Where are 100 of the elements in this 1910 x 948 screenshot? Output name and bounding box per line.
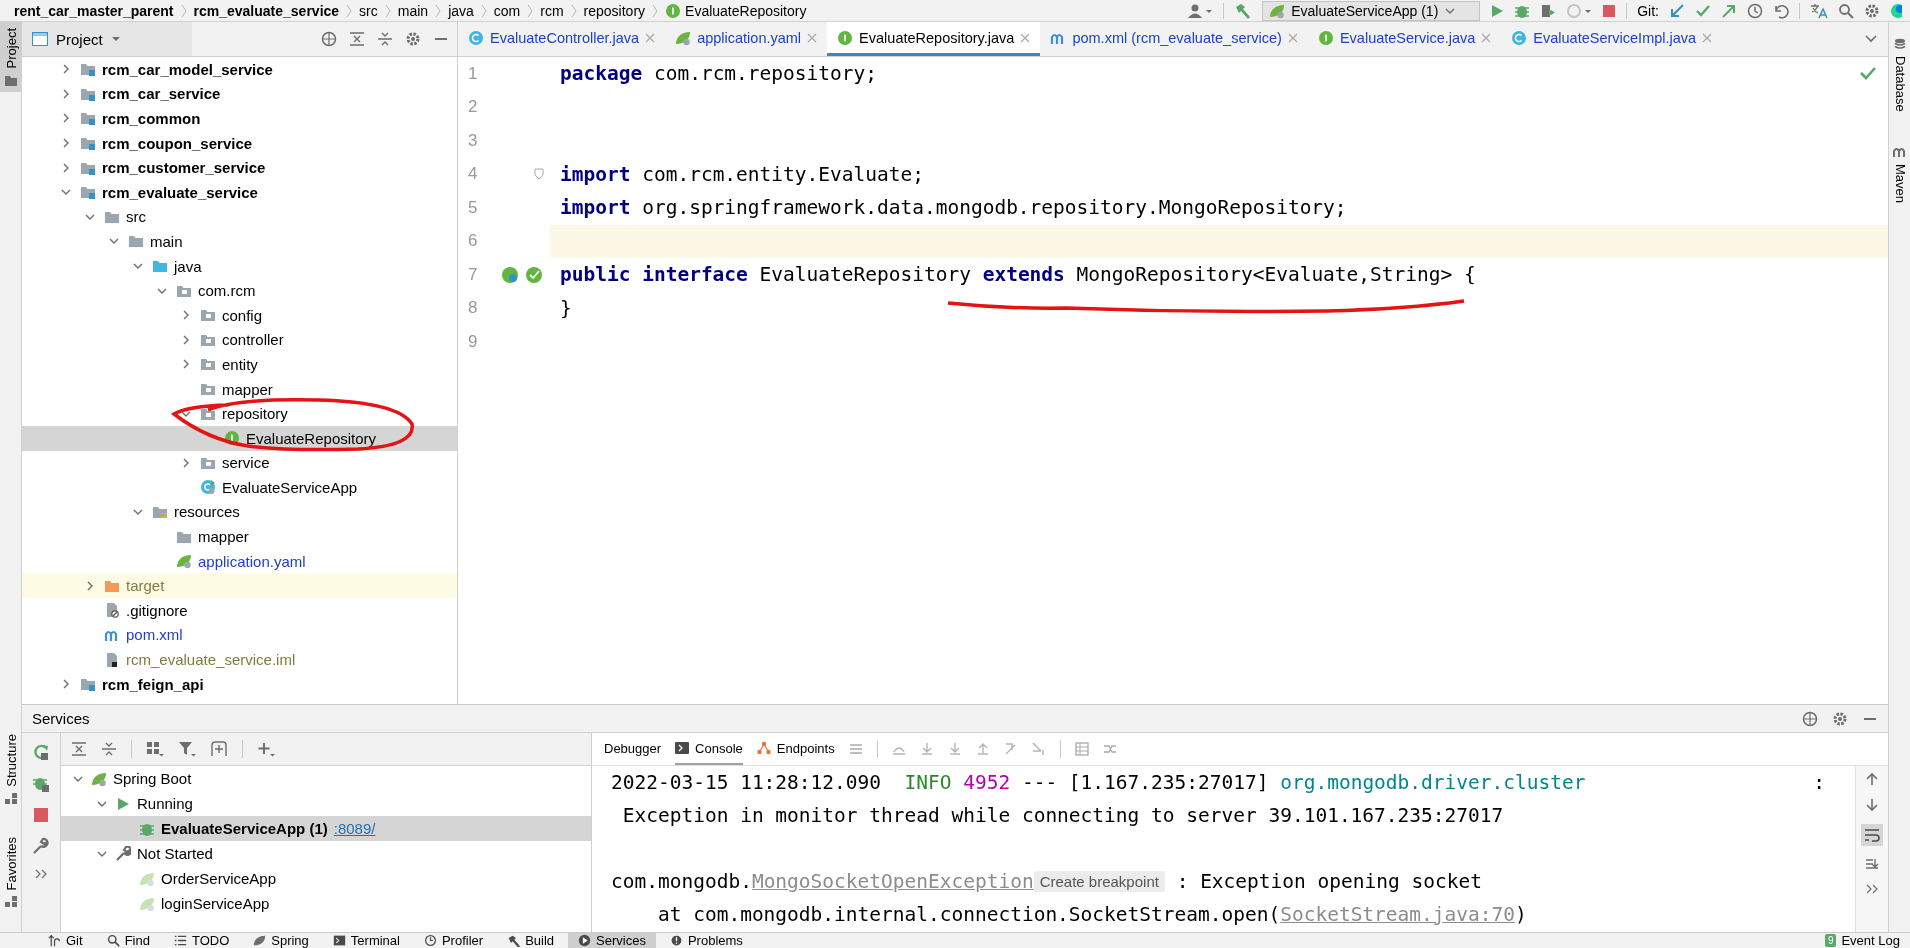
- collapse-all-icon[interactable]: [377, 31, 393, 47]
- editor-tab[interactable]: application.yaml: [665, 22, 828, 56]
- breadcrumb[interactable]: EvaluateRepository: [665, 2, 807, 19]
- tool-window-tab[interactable]: Structure: [0, 727, 21, 811]
- close-icon[interactable]: [1020, 32, 1031, 43]
- tool-window-button[interactable]: Build: [497, 933, 565, 948]
- tree-item[interactable]: application.yaml: [22, 548, 457, 574]
- rollback-icon[interactable]: [1773, 2, 1789, 19]
- up-arrow-icon[interactable]: [1865, 772, 1879, 786]
- editor-tab[interactable]: EvaluateService.java: [1307, 22, 1502, 56]
- run-configuration-node[interactable]: EvaluateServiceApp (1) :8089/: [61, 816, 591, 841]
- tool-window-button[interactable]: Profiler: [413, 933, 494, 948]
- user-icon[interactable]: [1187, 2, 1214, 19]
- new-tab-icon[interactable]: [210, 741, 228, 757]
- tree-item[interactable]: mapper: [22, 524, 457, 549]
- tool-window-button[interactable]: Find: [96, 933, 160, 948]
- run-configuration-dropdown[interactable]: EvaluateServiceApp (1): [1262, 0, 1481, 21]
- tool-window-button[interactable]: Spring: [243, 933, 319, 948]
- tool-window-button[interactable]: TODO: [163, 933, 240, 948]
- push-icon[interactable]: [1721, 2, 1737, 19]
- more-chevron-icon[interactable]: [1865, 884, 1879, 894]
- search-icon[interactable]: [1838, 2, 1854, 19]
- tree-item[interactable]: java: [22, 253, 457, 279]
- debug-icon[interactable]: [32, 775, 50, 793]
- collapse-all-icon[interactable]: [101, 741, 117, 757]
- tool-window-tab[interactable]: Project: [0, 22, 21, 93]
- update-project-icon[interactable]: [1669, 2, 1685, 19]
- breadcrumb[interactable]: repository: [583, 2, 646, 19]
- breadcrumb[interactable]: com: [493, 2, 521, 19]
- tool-window-tab[interactable]: Maven: [1889, 139, 1910, 209]
- locate-icon[interactable]: [1802, 710, 1818, 727]
- stop-icon[interactable]: [33, 807, 49, 823]
- group-by-icon[interactable]: [146, 741, 164, 757]
- editor-tab[interactable]: EvaluateController.java: [458, 22, 666, 56]
- tree-item[interactable]: rcm_evaluate_service.iml: [22, 647, 457, 672]
- locate-icon[interactable]: [321, 31, 337, 47]
- tool-window-button[interactable]: Terminal: [322, 933, 410, 948]
- port-link[interactable]: :8089/: [333, 820, 376, 837]
- stop-icon[interactable]: [1602, 3, 1617, 18]
- tool-window-button[interactable]: Problems: [659, 933, 753, 948]
- wrench-icon[interactable]: [32, 837, 50, 855]
- console-tab[interactable]: Console: [675, 733, 743, 765]
- tree-item[interactable]: rcm_car_service: [22, 81, 457, 107]
- tree-item[interactable]: com.rcm: [22, 278, 457, 303]
- expand-all-icon[interactable]: [349, 31, 365, 47]
- down-arrow-icon[interactable]: [1865, 798, 1879, 812]
- tree-item[interactable]: resources: [22, 499, 457, 525]
- filter-icon[interactable]: [178, 741, 196, 757]
- breadcrumb[interactable]: rcm: [540, 2, 564, 19]
- tree-item[interactable]: target: [22, 573, 457, 599]
- tree-item[interactable]: EvaluateServiceApp: [22, 475, 457, 500]
- more-chevron-icon[interactable]: [34, 869, 48, 879]
- tree-item[interactable]: entity: [22, 352, 457, 377]
- run-icon[interactable]: [1490, 2, 1505, 19]
- tool-window-button[interactable]: Services: [568, 933, 656, 948]
- tree-item[interactable]: main: [22, 229, 457, 254]
- tool-window-tab[interactable]: Database: [1889, 32, 1910, 118]
- rerun-icon[interactable]: [32, 743, 50, 761]
- tree-item[interactable]: rcm_coupon_service: [22, 130, 457, 156]
- tree-item[interactable]: config: [22, 302, 457, 328]
- spring-bean-marker-icon[interactable]: [524, 264, 544, 285]
- tool-window-tab[interactable]: Favorites: [0, 830, 21, 914]
- breadcrumb[interactable]: rcm_evaluate_service: [193, 2, 340, 19]
- breadcrumb[interactable]: src: [359, 2, 378, 19]
- implemented-marker-icon[interactable]: [500, 264, 520, 285]
- tree-group-node[interactable]: Not Started: [61, 841, 591, 866]
- tree-item[interactable]: rcm_feign_api: [22, 671, 457, 697]
- soft-wrap-icon[interactable]: [1861, 824, 1883, 846]
- tree-item[interactable]: rcm_evaluate_service: [22, 179, 457, 205]
- tree-item[interactable]: rcm_customer_service: [22, 155, 457, 180]
- add-icon[interactable]: [257, 741, 275, 757]
- breadcrumb[interactable]: java: [448, 2, 474, 19]
- settings-icon[interactable]: [405, 31, 421, 47]
- tool-window-button[interactable]: Git: [38, 933, 93, 948]
- tree-item[interactable]: rcm_common: [22, 106, 457, 131]
- breadcrumb[interactable]: rent_car_master_parent: [14, 2, 174, 19]
- tree-item[interactable]: pom.xml: [22, 622, 457, 648]
- editor-tab[interactable]: EvaluateServiceImpl.java: [1501, 22, 1723, 56]
- hammer-icon[interactable]: [1234, 1, 1253, 20]
- editor-tab[interactable]: EvaluateRepository.java: [827, 22, 1041, 56]
- settings-icon[interactable]: [1832, 710, 1848, 727]
- tree-item[interactable]: controller: [22, 327, 457, 353]
- tree-item[interactable]: repository: [22, 401, 457, 426]
- coverage-icon[interactable]: [1540, 2, 1557, 19]
- run-configuration-node[interactable]: loginServiceApp: [61, 891, 591, 916]
- event-log-button[interactable]: 9 Event Log: [1814, 933, 1910, 948]
- translate-icon[interactable]: [1810, 2, 1828, 19]
- tree-group-node[interactable]: Running: [61, 791, 591, 816]
- history-icon[interactable]: [1747, 2, 1763, 19]
- tree-item[interactable]: .gitignore: [22, 598, 457, 623]
- tree-group-node[interactable]: Spring Boot: [61, 766, 591, 791]
- tree-item[interactable]: EvaluateRepository: [22, 425, 457, 451]
- tree-item[interactable]: rcm_car_model_service: [22, 57, 457, 82]
- expand-all-icon[interactable]: [71, 741, 87, 757]
- tree-item[interactable]: mapper: [22, 376, 457, 402]
- scroll-to-end-icon[interactable]: [1865, 858, 1879, 872]
- editor-tab[interactable]: pom.xml (rcm_evaluate_service): [1040, 22, 1308, 56]
- console-tab[interactable]: Endpoints: [756, 733, 835, 765]
- project-view-dropdown[interactable]: Project: [22, 22, 192, 56]
- fold-marker-icon[interactable]: [534, 168, 544, 181]
